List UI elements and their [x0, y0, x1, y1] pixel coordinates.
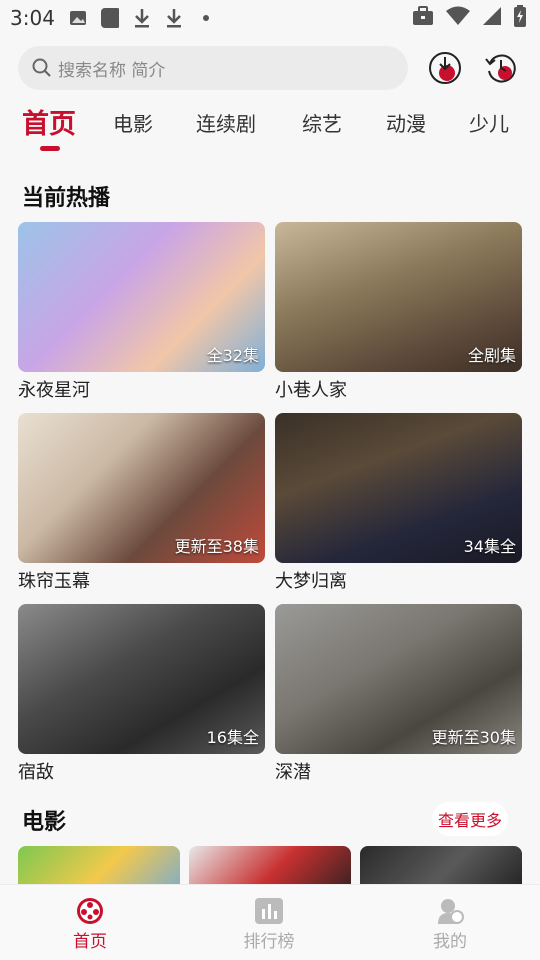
episode-badge: 全剧集	[467, 346, 516, 365]
tab-series[interactable]: 连续剧	[196, 108, 256, 137]
show-card[interactable]: 34集全 大梦归离	[275, 413, 522, 593]
show-card[interactable]: 全剧集 小巷人家	[275, 222, 522, 402]
nav-ranking-label: 排行榜	[243, 932, 295, 952]
history-icon[interactable]	[484, 51, 518, 85]
hot-section-title: 当前热播	[22, 186, 111, 211]
nav-home[interactable]: 首页	[50, 897, 130, 952]
battery-icon	[514, 4, 526, 32]
profile-icon	[438, 899, 464, 924]
see-more-button[interactable]: 查看更多	[431, 802, 508, 836]
show-poster: 全32集	[18, 222, 265, 372]
episode-badge: 34集全	[463, 537, 516, 556]
signal-icon	[482, 6, 502, 31]
movie-strip	[18, 846, 522, 886]
bottom-nav: 首页 排行榜 我的	[0, 884, 540, 960]
home-film-reel-icon	[77, 898, 103, 924]
nav-mine-label: 我的	[433, 932, 467, 952]
movies-section-title: 电影	[22, 810, 67, 835]
nav-home-label: 首页	[73, 932, 107, 952]
nav-ranking[interactable]: 排行榜	[229, 897, 309, 952]
show-poster: 更新至30集	[275, 604, 522, 754]
show-title: 大梦归离	[275, 571, 347, 592]
show-poster: 全剧集	[275, 222, 522, 372]
ranking-chart-icon	[255, 898, 283, 924]
tab-movies[interactable]: 电影	[113, 108, 153, 137]
tab-kids[interactable]: 少儿	[469, 108, 509, 137]
episode-badge: 16集全	[206, 728, 259, 747]
search-placeholder: 搜索名称 简介	[58, 60, 166, 81]
download-notification-icon	[133, 9, 151, 28]
show-card[interactable]: 16集全 宿敌	[18, 604, 265, 784]
movie-poster[interactable]	[360, 846, 522, 886]
show-title: 永夜星河	[18, 380, 90, 401]
category-tabs: 首页 电影 连续剧 综艺 动漫 少儿	[0, 100, 540, 156]
show-poster: 34集全	[275, 413, 522, 563]
briefcase-icon	[412, 5, 434, 31]
show-card[interactable]: 全32集 永夜星河	[18, 222, 265, 402]
search-icon	[32, 58, 51, 77]
episode-badge: 更新至38集	[174, 537, 259, 556]
episode-badge: 更新至30集	[431, 728, 516, 747]
search-input[interactable]: 搜索名称 简介	[18, 46, 408, 90]
tab-variety[interactable]: 综艺	[302, 108, 342, 137]
movie-poster[interactable]	[189, 846, 351, 886]
tab-anime[interactable]: 动漫	[386, 108, 426, 137]
app-notification-icon	[100, 8, 119, 28]
active-tab-indicator	[40, 146, 60, 151]
movie-poster[interactable]	[18, 846, 180, 886]
episode-badge: 全32集	[206, 346, 259, 365]
show-poster: 16集全	[18, 604, 265, 754]
show-title: 珠帘玉幕	[18, 571, 90, 592]
download-manager-icon[interactable]	[428, 51, 462, 85]
wifi-icon	[446, 6, 470, 31]
show-title: 小巷人家	[275, 380, 347, 401]
show-poster: 更新至38集	[18, 413, 265, 563]
download-notification-icon	[165, 9, 183, 28]
show-card[interactable]: 更新至38集 珠帘玉幕	[18, 413, 265, 593]
show-title: 宿敌	[18, 762, 54, 783]
nav-mine[interactable]: 我的	[410, 897, 490, 952]
status-bar: 3:04	[0, 0, 540, 36]
more-notifications-icon	[197, 9, 215, 27]
show-card[interactable]: 更新至30集 深潜	[275, 604, 522, 784]
tab-home[interactable]: 首页	[22, 102, 76, 141]
show-title: 深潜	[275, 762, 311, 783]
image-notification-icon	[69, 9, 87, 27]
status-time: 3:04	[10, 6, 55, 30]
search-row: 搜索名称 简介	[18, 46, 522, 90]
